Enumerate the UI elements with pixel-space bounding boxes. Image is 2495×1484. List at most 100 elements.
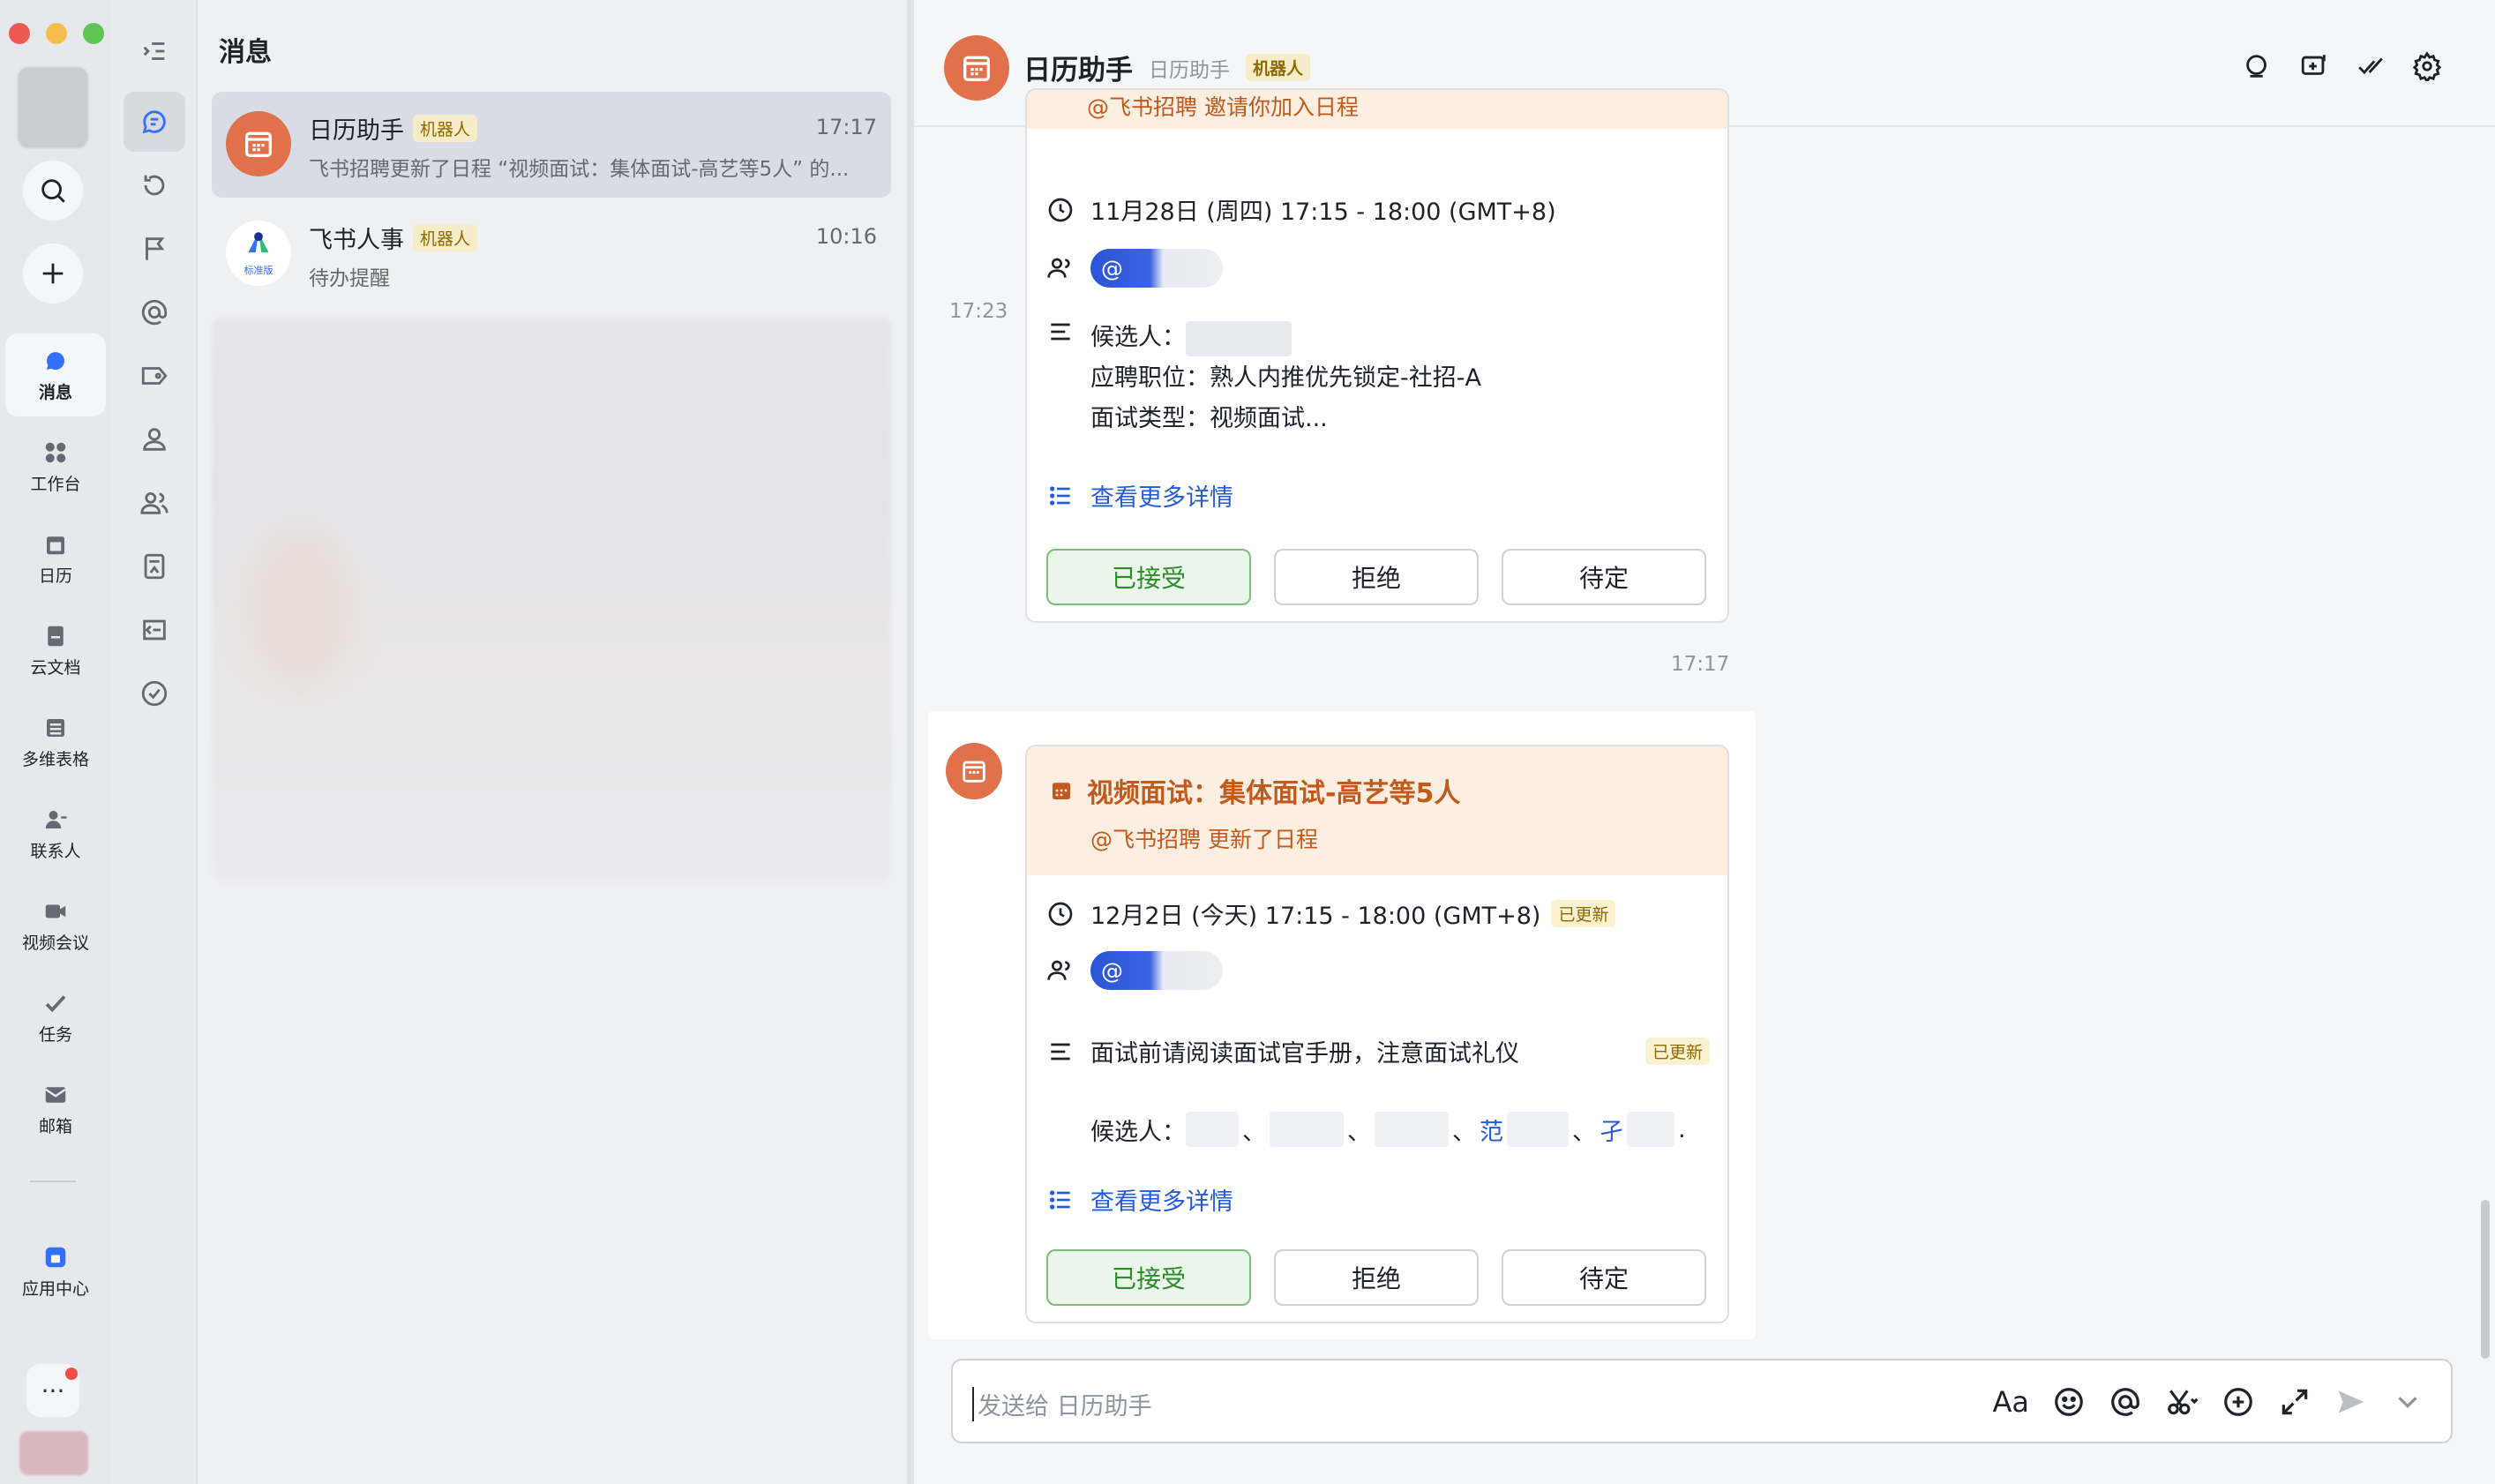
- message-input[interactable]: 发送给 日历助手: [972, 1387, 1152, 1421]
- name-text: 日历助手: [309, 117, 404, 145]
- accept-button[interactable]: 已接受: [1046, 1249, 1251, 1306]
- maximize-window-button[interactable]: [83, 23, 104, 44]
- filter-all-messages[interactable]: [124, 92, 185, 152]
- filter-group-chat[interactable]: [124, 473, 185, 533]
- rail-bottom-avatar[interactable]: [19, 1431, 88, 1475]
- rail-item-docs[interactable]: 云文档: [5, 609, 106, 692]
- candidate-link[interactable]: 孑: [1600, 1113, 1623, 1147]
- chevron-down-icon[interactable]: [2391, 1385, 2424, 1419]
- list-title: 消息: [219, 37, 272, 68]
- filter-docs[interactable]: [124, 536, 185, 596]
- redacted-name: [1507, 1112, 1569, 1147]
- emoji-icon[interactable]: [2052, 1385, 2086, 1419]
- chat-avatar[interactable]: [944, 35, 1009, 101]
- name-text: 飞书人事: [309, 227, 404, 254]
- expand-icon[interactable]: [2278, 1385, 2311, 1419]
- card-title: 视频面试：集体面试-高艺等5人: [1048, 771, 1706, 810]
- more-details-link[interactable]: 查看更多详情: [1046, 1182, 1233, 1217]
- blurred-conversations: [212, 318, 891, 882]
- user-avatar[interactable]: [18, 67, 88, 148]
- composer-toolbar: Aa: [1993, 1385, 2425, 1419]
- more-details-link[interactable]: 查看更多详情: [1046, 478, 1233, 513]
- sidebar-toggle-icon: [143, 42, 165, 60]
- task-check-icon[interactable]: [2356, 51, 2386, 81]
- filter-tasks[interactable]: [124, 663, 185, 723]
- thread-icon: [144, 175, 165, 196]
- event-time-row: 12月2日 (今天) 17:15 - 18:00 (GMT+8) 已更新: [1046, 896, 1616, 931]
- chat-subtitle: 日历助手: [1149, 58, 1230, 82]
- rail-item-contacts[interactable]: 联系人: [5, 792, 106, 875]
- attendee-mention[interactable]: @: [1090, 951, 1223, 990]
- rail-item-base[interactable]: 多维表格: [5, 701, 106, 783]
- settings-icon[interactable]: [2412, 51, 2442, 81]
- add-circle-icon[interactable]: [2222, 1385, 2255, 1419]
- card-title-text[interactable]: 视频面试：集体面试-高艺等5人: [1087, 771, 1460, 810]
- more-details-text: 查看更多详情: [1090, 484, 1233, 512]
- text-format-icon[interactable]: Aa: [1993, 1385, 2030, 1419]
- attendees-icon: [1047, 258, 1070, 278]
- description-icon: [1051, 323, 1070, 341]
- event-time-row: 11月28日 (周四) 17:15 - 18:00 (GMT+8): [1046, 192, 1556, 227]
- contacts-icon: [45, 810, 67, 828]
- filter-labels[interactable]: [124, 346, 185, 406]
- filter-threads[interactable]: [124, 155, 185, 215]
- add-member-icon[interactable]: [2299, 51, 2329, 81]
- message-composer[interactable]: 发送给 日历助手 Aa: [951, 1359, 2453, 1443]
- send-icon[interactable]: [2334, 1385, 2368, 1419]
- conversation-item-feishu-hr[interactable]: 标准版 飞书人事 机器人 10:16 待办提醒: [212, 201, 891, 307]
- conversation-item-calendar-assistant[interactable]: 日历助手 机器人 17:17 飞书招聘更新了日程 “视频面试：集体面试-高艺等5…: [212, 92, 891, 198]
- conversation-time: 10:16: [815, 224, 877, 249]
- separator: 、: [1572, 1118, 1596, 1146]
- conversation-time: 17:17: [815, 115, 877, 139]
- accept-button[interactable]: 已接受: [1046, 549, 1251, 605]
- rail-item-app-center[interactable]: 应用中心: [5, 1230, 106, 1313]
- close-window-button[interactable]: [9, 23, 30, 44]
- docs-icon: [48, 626, 64, 646]
- attendees-row: @: [1046, 249, 1223, 288]
- rail-item-label: 云文档: [30, 657, 81, 678]
- decline-button[interactable]: 拒绝: [1274, 549, 1479, 605]
- create-button[interactable]: [23, 244, 83, 304]
- avatar: 标准版: [226, 221, 291, 286]
- tentative-button[interactable]: 待定: [1502, 1249, 1706, 1306]
- search-chat-icon[interactable]: [2243, 51, 2273, 81]
- chat-scrollbar[interactable]: [2481, 1200, 2490, 1359]
- doc-icon: [144, 553, 165, 580]
- calendar-icon: [245, 131, 272, 157]
- candidate-label: 候选人：: [1090, 324, 1186, 351]
- filter-single-chat[interactable]: [124, 409, 185, 469]
- app-center-icon: [45, 1247, 66, 1267]
- plus-icon: [42, 263, 64, 284]
- position-line: 应聘职位：熟人内推优先锁定-社招-A: [1090, 364, 1481, 392]
- sender-avatar[interactable]: [946, 743, 1002, 799]
- minimize-window-button[interactable]: [46, 23, 67, 44]
- mention-icon[interactable]: [2109, 1385, 2142, 1419]
- attendees-row: @: [1046, 951, 1223, 990]
- rail-item-mail[interactable]: 邮箱: [5, 1068, 106, 1150]
- attendees-icon: [1047, 960, 1070, 980]
- bot-badge: 机器人: [1246, 54, 1311, 81]
- toggle-sidebar-button[interactable]: [124, 21, 185, 81]
- rail-item-calendar[interactable]: 日历: [5, 517, 106, 600]
- filter-mentions[interactable]: [124, 282, 185, 342]
- filter-flagged[interactable]: [124, 219, 185, 279]
- rail-item-video[interactable]: 视频会议: [5, 884, 106, 967]
- rail-item-messages[interactable]: 消息: [5, 334, 106, 416]
- candidate-label: 候选人：: [1090, 1118, 1186, 1146]
- rail-item-label: 日历: [38, 566, 72, 586]
- scissors-icon[interactable]: [2165, 1385, 2199, 1419]
- decline-button[interactable]: 拒绝: [1274, 1249, 1479, 1306]
- rail-item-workplace[interactable]: 工作台: [5, 425, 106, 508]
- clock-icon: [1048, 902, 1073, 926]
- edition-badge: 标准版: [244, 265, 273, 276]
- search-button[interactable]: [23, 161, 83, 221]
- candidate-link[interactable]: 范: [1480, 1113, 1503, 1147]
- more-icon: ···: [41, 1375, 65, 1405]
- notification-dot: [65, 1368, 78, 1380]
- conversation-name: 日历助手 机器人: [309, 111, 478, 146]
- conversation-preview: 飞书招聘更新了日程 “视频面试：集体面试-高艺等5人” 的...: [309, 158, 850, 181]
- filter-done[interactable]: [124, 600, 185, 660]
- tentative-button[interactable]: 待定: [1502, 549, 1706, 605]
- attendee-mention[interactable]: @: [1090, 249, 1223, 288]
- rail-item-tasks[interactable]: 任务: [5, 976, 106, 1059]
